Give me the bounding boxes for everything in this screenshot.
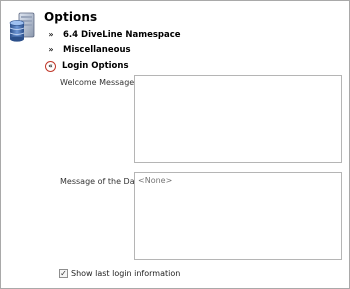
show-last-login-checkbox[interactable]: ✓	[59, 269, 68, 278]
chevron-double-up-icon[interactable]: «	[45, 60, 56, 72]
options-panel: Options » 6.4 DiveLine Namespace » Misce…	[0, 0, 350, 289]
database-server-icon	[9, 12, 35, 42]
checkmark-icon: ✓	[60, 268, 67, 278]
show-last-login-label: Show last login information	[71, 269, 181, 278]
message-of-day-label: Message of the Day	[60, 177, 140, 186]
message-of-day-field[interactable]	[134, 172, 342, 260]
section-label: 6.4 DiveLine Namespace	[63, 30, 181, 40]
section-diveline-namespace[interactable]: » 6.4 DiveLine Namespace	[45, 28, 181, 42]
section-label: Miscellaneous	[63, 45, 131, 55]
show-last-login-option[interactable]: ✓ Show last login information	[59, 269, 180, 278]
page-title: Options	[44, 10, 98, 24]
chevron-double-down-icon[interactable]: »	[45, 29, 57, 41]
welcome-message-field[interactable]	[134, 75, 342, 163]
section-login-options[interactable]: « Login Options	[45, 59, 129, 73]
welcome-message-label: Welcome Message	[60, 78, 135, 87]
chevron-double-down-icon[interactable]: »	[45, 44, 57, 56]
section-label: Login Options	[62, 61, 129, 71]
section-miscellaneous[interactable]: » Miscellaneous	[45, 43, 131, 57]
